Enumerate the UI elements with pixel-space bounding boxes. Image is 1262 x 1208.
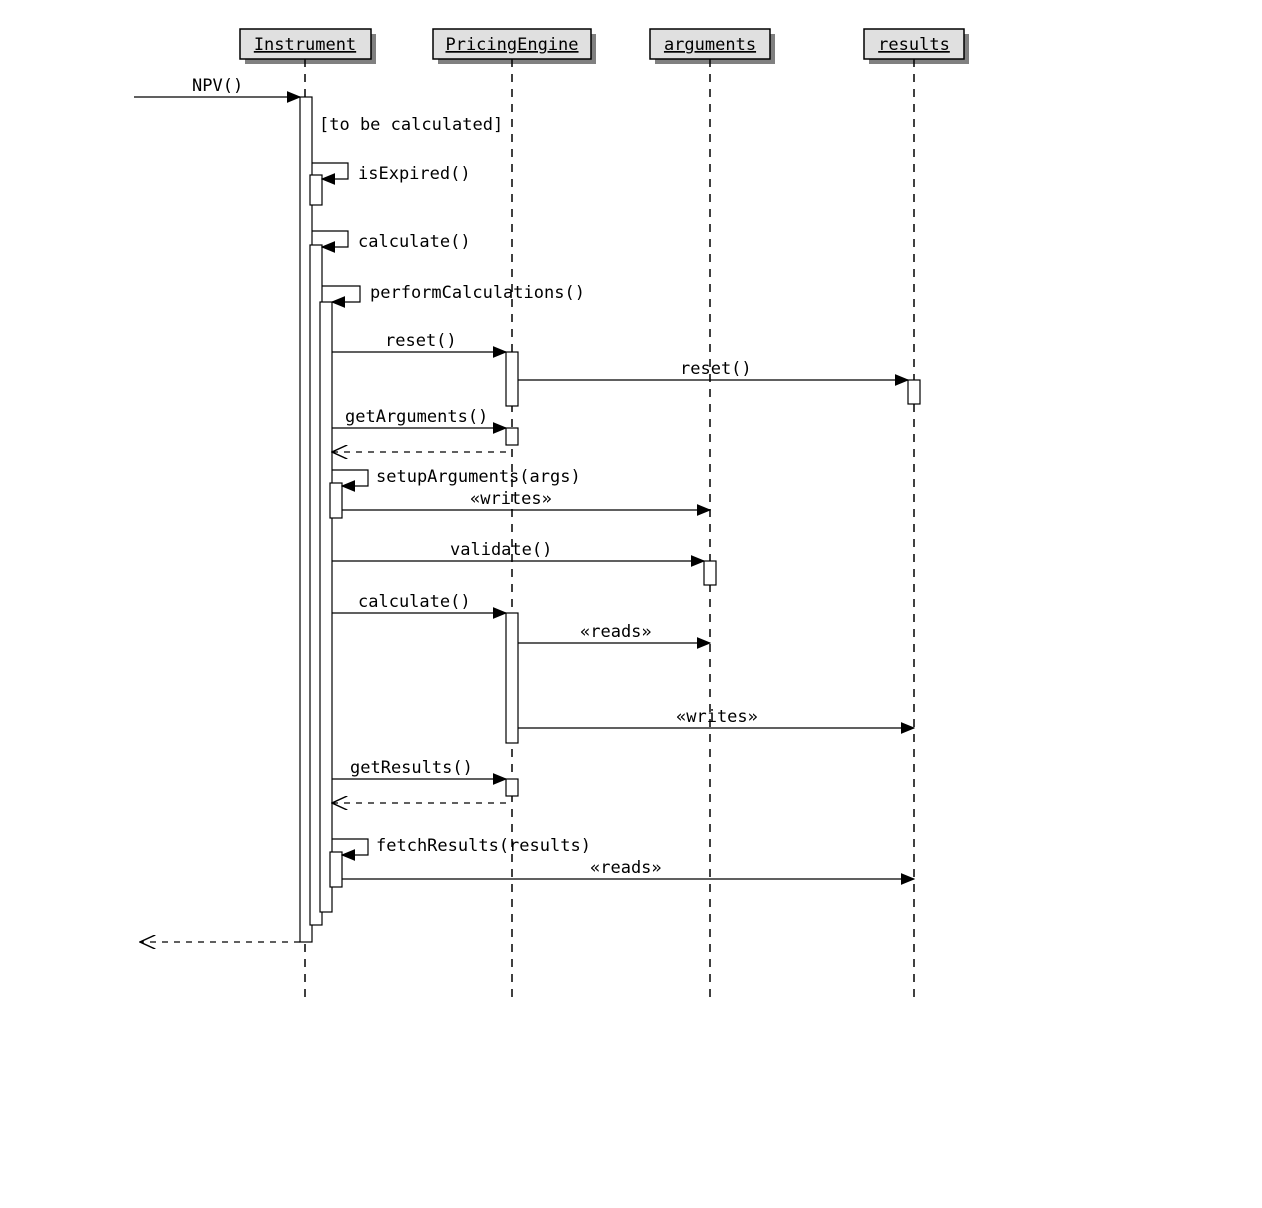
activation-perform	[320, 302, 332, 912]
sequence-diagram: Instrument PricingEngine arguments resul…	[0, 0, 1262, 1208]
participant-results-label: results	[878, 35, 950, 55]
activation-reset-results	[908, 380, 920, 404]
activation-getargs-engine	[506, 428, 518, 445]
activation-getresults-engine	[506, 779, 518, 796]
msg-reads2-label: «reads»	[590, 858, 662, 878]
msg-calculate-label: calculate()	[358, 232, 471, 252]
participant-instrument-label: Instrument	[254, 35, 356, 55]
activation-reset-engine	[506, 352, 518, 406]
msg-perform-label: performCalculations()	[370, 283, 585, 303]
activation-isexpired	[310, 175, 322, 205]
msg-validate-label: validate()	[450, 540, 552, 560]
msg-getargs-label: getArguments()	[345, 407, 488, 427]
participant-pricing-engine-label: PricingEngine	[445, 35, 578, 55]
msg-reset-label: reset()	[385, 331, 457, 351]
msg-reads-label: «reads»	[580, 622, 652, 642]
participant-arguments-label: arguments	[664, 35, 756, 55]
msg-writes2-label: «writes»	[676, 707, 758, 727]
msg-isexpired-label: isExpired()	[358, 164, 471, 184]
activation-setupargs	[330, 483, 342, 518]
msg-fetchresults-label: fetchResults(results)	[376, 836, 591, 856]
msg-npv-label: NPV()	[192, 76, 243, 96]
msg-guard-label: [to be calculated]	[319, 115, 503, 135]
msg-perform	[322, 286, 360, 302]
msg-setupargs-label: setupArguments(args)	[376, 467, 581, 487]
activation-fetchresults	[330, 852, 342, 887]
msg-calculate2-label: calculate()	[358, 592, 471, 612]
activation-validate-args	[704, 561, 716, 585]
msg-reset2-label: reset()	[680, 359, 752, 379]
msg-writes-label: «writes»	[470, 489, 552, 509]
msg-getresults-label: getResults()	[350, 758, 473, 778]
activation-calc-engine	[506, 613, 518, 743]
